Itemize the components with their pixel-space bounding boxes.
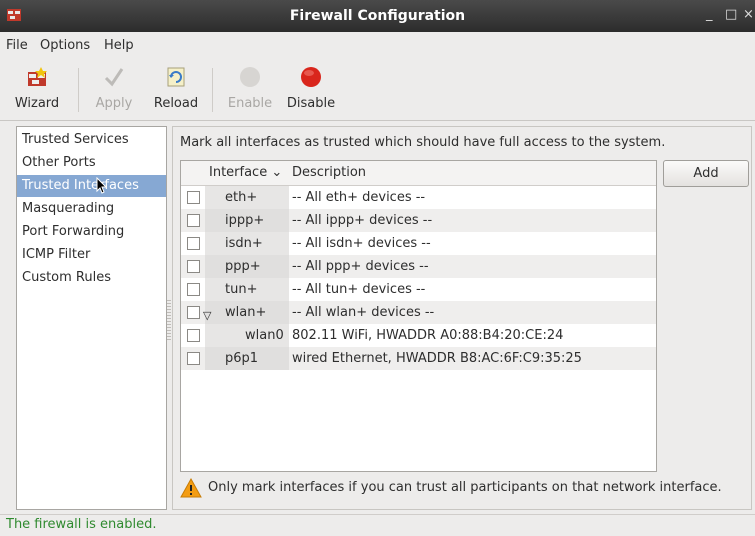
- status-text: The firewall is enabled.: [6, 517, 157, 532]
- disable-button[interactable]: Disable: [284, 58, 338, 120]
- interface-cell: ippp+: [205, 209, 289, 232]
- mouse-cursor-icon: [96, 177, 108, 194]
- toolbar: Wizard Apply Reload Enable Disable: [0, 58, 755, 121]
- table-row[interactable]: ippp+ -- All ippp+ devices --: [181, 209, 656, 232]
- checkmark-icon: [104, 68, 124, 87]
- minimize-icon[interactable]: _: [706, 7, 713, 22]
- wizard-button[interactable]: Wizard: [6, 58, 68, 120]
- description-cell: 802.11 WiFi, HWADDR A0:88:B4:20:CE:24: [292, 328, 564, 343]
- menu-file[interactable]: File: [6, 38, 28, 53]
- menu-help[interactable]: Help: [104, 38, 134, 53]
- trust-checkbox[interactable]: [187, 214, 200, 227]
- reload-label: Reload: [153, 96, 199, 111]
- wizard-label: Wizard: [14, 96, 60, 111]
- column-header-interface[interactable]: Interface ⌄: [209, 165, 282, 180]
- trust-checkbox[interactable]: [187, 306, 200, 319]
- window-title: Firewall Configuration: [289, 8, 466, 24]
- interface-cell: ppp+: [205, 255, 289, 278]
- table-row[interactable]: p6p1 wired Ethernet, HWADDR B8:AC:6F:C9:…: [181, 347, 656, 370]
- table-row[interactable]: wlan0 802.11 WiFi, HWADDR A0:88:B4:20:CE…: [181, 324, 656, 347]
- disable-label: Disable: [286, 96, 336, 111]
- disable-circle-icon: [301, 67, 321, 87]
- add-button[interactable]: Add: [663, 160, 749, 187]
- table-row[interactable]: eth+ -- All eth+ devices --: [181, 186, 656, 209]
- toolbar-separator: [78, 68, 79, 112]
- pane-resize-handle[interactable]: [167, 300, 171, 340]
- enable-button[interactable]: Enable: [222, 58, 278, 120]
- sidebar-item-icmp-filter[interactable]: ICMP Filter: [17, 244, 166, 266]
- table-row[interactable]: isdn+ -- All isdn+ devices --: [181, 232, 656, 255]
- enable-label: Enable: [227, 96, 273, 111]
- sidebar-item-trusted-interfaces[interactable]: Trusted Interfaces: [17, 175, 166, 197]
- interface-cell: tun+: [205, 278, 289, 301]
- reload-icon: [167, 67, 185, 87]
- maximize-icon[interactable]: □: [725, 7, 737, 22]
- sidebar-item-port-forwarding[interactable]: Port Forwarding: [17, 221, 166, 243]
- interface-cell: isdn+: [205, 232, 289, 255]
- column-header-description[interactable]: Description: [292, 165, 366, 180]
- interfaces-table: Interface ⌄ Description eth+ -- All eth+…: [180, 160, 657, 472]
- description-cell: -- All wlan+ devices --: [292, 305, 435, 320]
- trust-checkbox[interactable]: [187, 352, 200, 365]
- apply-label: Apply: [95, 96, 133, 111]
- trust-checkbox[interactable]: [187, 191, 200, 204]
- sidebar-item-custom-rules[interactable]: Custom Rules: [17, 267, 166, 289]
- menu-bar: File Options Help: [0, 32, 755, 58]
- description-cell: -- All ippp+ devices --: [292, 213, 433, 228]
- warning-text: Only mark interfaces if you can trust al…: [208, 480, 722, 495]
- status-bar: The firewall is enabled.: [0, 514, 755, 536]
- apply-button[interactable]: Apply: [88, 58, 140, 120]
- interface-cell: p6p1: [205, 347, 289, 370]
- add-button-label: Add: [693, 166, 719, 181]
- wizard-icon: [28, 67, 47, 86]
- description-cell: wired Ethernet, HWADDR B8:AC:6F:C9:35:25: [292, 351, 582, 366]
- description-cell: -- All tun+ devices --: [292, 282, 426, 297]
- enable-circle-icon: [240, 67, 260, 87]
- interface-cell: ▽ wlan+: [203, 301, 289, 324]
- table-row[interactable]: ▽ wlan+ -- All wlan+ devices --: [181, 301, 656, 324]
- table-row[interactable]: ppp+ -- All ppp+ devices --: [181, 255, 656, 278]
- panel-description: Mark all interfaces as trusted which sho…: [180, 135, 666, 150]
- description-cell: -- All isdn+ devices --: [292, 236, 431, 251]
- title-bar: Firewall Configuration _ □ ×: [0, 0, 755, 32]
- toolbar-separator: [212, 68, 213, 112]
- interface-cell: eth+: [205, 186, 289, 209]
- menu-options[interactable]: Options: [40, 38, 90, 53]
- interface-cell: wlan0: [205, 324, 289, 347]
- close-icon[interactable]: ×: [743, 7, 754, 22]
- trust-checkbox[interactable]: [187, 283, 200, 296]
- trust-checkbox[interactable]: [187, 237, 200, 250]
- reload-button[interactable]: Reload: [150, 58, 202, 120]
- sidebar-item-masquerading[interactable]: Masquerading: [17, 198, 166, 220]
- trust-checkbox[interactable]: [187, 329, 200, 342]
- trust-checkbox[interactable]: [187, 260, 200, 273]
- sidebar-item-other-ports[interactable]: Other Ports: [17, 152, 166, 174]
- description-cell: -- All eth+ devices --: [292, 190, 426, 205]
- table-header: Interface ⌄ Description: [181, 161, 656, 186]
- table-row[interactable]: tun+ -- All tun+ devices --: [181, 278, 656, 301]
- sidebar-item-trusted-services[interactable]: Trusted Services: [17, 129, 166, 151]
- sidebar: Trusted Services Other Ports Trusted Int…: [16, 126, 167, 510]
- description-cell: -- All ppp+ devices --: [292, 259, 429, 274]
- chevron-down-icon: ⌄: [271, 165, 283, 180]
- warning-icon: [180, 478, 202, 498]
